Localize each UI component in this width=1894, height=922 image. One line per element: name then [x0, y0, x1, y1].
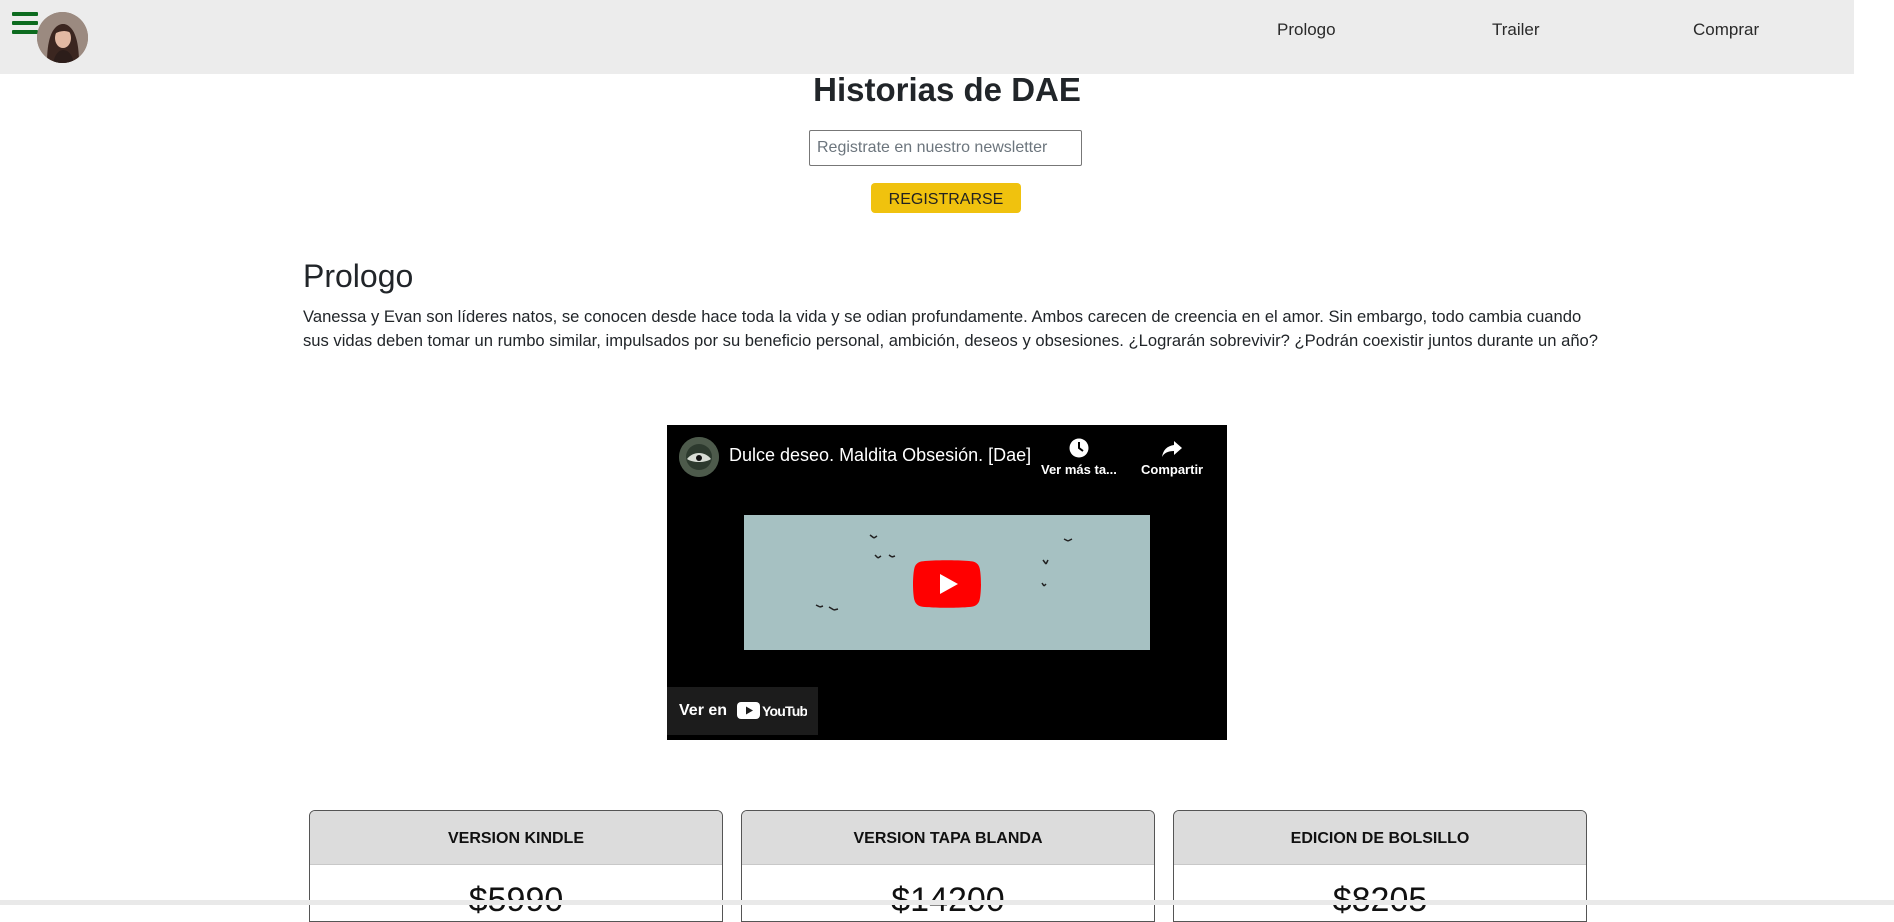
- watch-on-youtube-button[interactable]: Ver en YouTube: [667, 687, 818, 735]
- nav-link-comprar[interactable]: Comprar: [1693, 20, 1759, 40]
- nav-link-prologo[interactable]: Prologo: [1277, 20, 1336, 40]
- card-tapa-blanda: VERSION TAPA BLANDA $14200: [741, 810, 1155, 922]
- share-arrow-icon: [1162, 441, 1183, 457]
- navbar: Prologo Trailer Comprar: [0, 0, 1854, 74]
- prologue-heading: Prologo: [303, 258, 414, 294]
- youtube-wordmark: YouTube: [762, 703, 807, 719]
- share-label: Compartir: [1141, 462, 1204, 477]
- avatar[interactable]: [37, 12, 88, 63]
- page-title: Historias de DAE: [813, 71, 1081, 108]
- card-title: EDICION DE BOLSILLO: [1174, 811, 1586, 865]
- watch-later-label: Ver más ta...: [1041, 462, 1117, 477]
- watch-on-label: Ver en: [679, 702, 728, 719]
- share-button[interactable]: Compartir: [1141, 437, 1203, 477]
- card-kindle: VERSION KINDLE $5990: [309, 810, 723, 922]
- newsletter-email-input[interactable]: [809, 130, 1082, 166]
- card-title: VERSION KINDLE: [310, 811, 722, 865]
- hamburger-menu-icon[interactable]: [12, 12, 38, 34]
- youtube-video-embed[interactable]: Dulce deseo. Maldita Obsesión. [Dae] Ver…: [667, 425, 1227, 740]
- play-icon[interactable]: [913, 560, 981, 608]
- clock-icon: [1069, 438, 1089, 458]
- card-title: VERSION TAPA BLANDA: [742, 811, 1154, 865]
- nav-link-trailer[interactable]: Trailer: [1492, 20, 1540, 40]
- channel-avatar[interactable]: [679, 437, 719, 477]
- watch-later-button[interactable]: Ver más ta...: [1041, 437, 1117, 477]
- window-bottom-edge: [0, 900, 1894, 905]
- youtube-logo-icon: YouTube: [737, 702, 807, 719]
- card-bolsillo: EDICION DE BOLSILLO $8205: [1173, 810, 1587, 922]
- prologue-text: Vanessa y Evan son líderes natos, se con…: [303, 307, 1599, 350]
- video-title[interactable]: Dulce deseo. Maldita Obsesión. [Dae]: [729, 445, 1031, 466]
- register-button[interactable]: REGISTRARSE: [871, 183, 1021, 213]
